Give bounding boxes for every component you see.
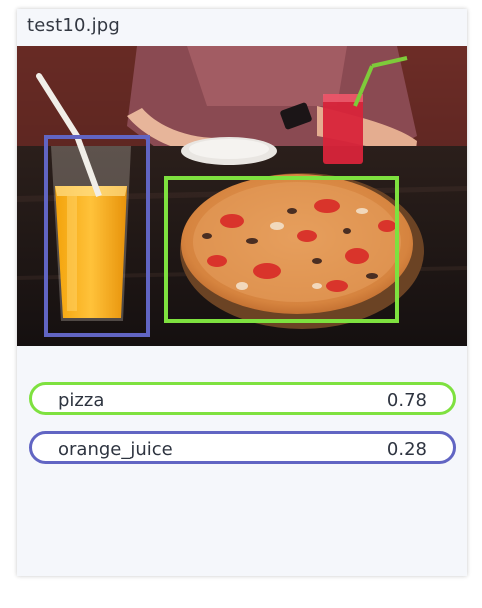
detection-result-card: test10.jpg pizza 0.78 orange_juice 0.28: [17, 9, 467, 576]
detection-result-orange-juice: orange_juice 0.28: [29, 431, 456, 464]
card-header: test10.jpg: [17, 9, 467, 46]
detection-label: orange_juice: [58, 439, 173, 460]
image-filename: test10.jpg: [27, 15, 121, 36]
photo-image: [17, 46, 467, 346]
detection-label: pizza: [58, 390, 105, 411]
detection-score: 0.78: [386, 390, 427, 411]
detection-result-pizza: pizza 0.78: [29, 382, 456, 415]
annotated-photo: [17, 46, 467, 346]
detection-score: 0.28: [386, 439, 427, 460]
